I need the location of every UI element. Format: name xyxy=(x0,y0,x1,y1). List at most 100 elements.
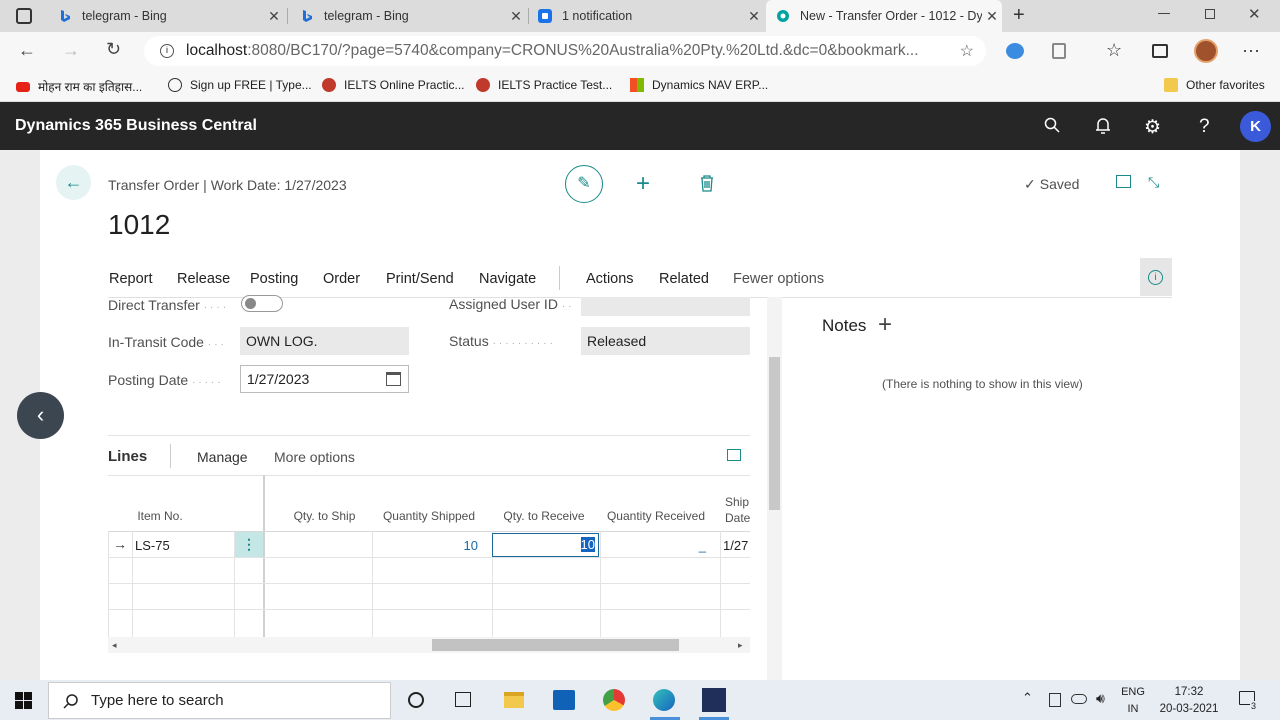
tab-active[interactable]: New - Transfer Order - 1012 - Dy ✕ xyxy=(766,0,1002,32)
tab-1[interactable]: telegram - Bing ✕ xyxy=(48,0,284,32)
action-actions[interactable]: Actions xyxy=(586,271,634,287)
direct-transfer-toggle[interactable] xyxy=(241,295,283,312)
gear-icon[interactable]: ⚙ xyxy=(1144,116,1161,139)
office-icon[interactable] xyxy=(1052,43,1066,59)
col-quantity-received[interactable]: Quantity Received xyxy=(600,509,712,523)
expand-lines-icon[interactable] xyxy=(727,449,741,461)
favorite-ielts-online[interactable]: IELTS Online Practic... xyxy=(322,78,465,92)
edge-icon[interactable] xyxy=(653,689,675,711)
tab-actions-icon[interactable] xyxy=(16,8,32,24)
bell-icon[interactable] xyxy=(1095,117,1111,140)
back-button[interactable]: ← xyxy=(56,165,91,200)
more-icon[interactable]: ··· xyxy=(1242,40,1260,61)
tab-2[interactable]: telegram - Bing ✕ xyxy=(290,0,526,32)
notification-count: 3 xyxy=(1250,701,1258,711)
lines-more-options[interactable]: More options xyxy=(274,449,355,465)
minimize-icon[interactable] xyxy=(1158,13,1170,14)
cortana-icon[interactable] xyxy=(408,692,424,708)
language-indicator[interactable]: ENG IN xyxy=(1120,684,1146,718)
volume-icon[interactable]: 🔊︎ xyxy=(1096,690,1105,707)
favorite-youtube[interactable]: मोहन राम का इतिहास... xyxy=(16,78,142,95)
new-button[interactable]: + xyxy=(636,170,650,198)
add-favorite-icon[interactable]: ☆ xyxy=(960,41,974,61)
row-actions-icon[interactable]: ⋮ xyxy=(235,532,263,557)
cell-qty-to-receive-input[interactable]: 10 xyxy=(492,533,599,557)
col-shipment-date-1[interactable]: Ship xyxy=(725,495,751,509)
cell-quantity-shipped[interactable]: 10 xyxy=(374,538,478,553)
app-bar: Dynamics 365 Business Central xyxy=(0,102,1280,150)
file-explorer-icon[interactable] xyxy=(504,692,524,708)
action-related[interactable]: Related xyxy=(659,271,709,287)
factbox-toggle[interactable]: i xyxy=(1140,258,1172,296)
profile-avatar[interactable] xyxy=(1194,39,1218,63)
close-tab-icon[interactable]: ✕ xyxy=(744,8,764,25)
edit-button[interactable]: ✎ xyxy=(565,165,603,203)
scroll-left-icon[interactable]: ◂ xyxy=(112,640,117,651)
col-quantity-shipped[interactable]: Quantity Shipped xyxy=(374,509,484,523)
close-tab-icon[interactable]: ✕ xyxy=(982,8,1002,25)
posting-date-label: Posting Date ····· xyxy=(108,372,224,388)
action-fewer-options[interactable]: Fewer options xyxy=(733,271,824,287)
extension-icon[interactable] xyxy=(1006,43,1024,59)
taskbar-search-box[interactable]: Type here to search xyxy=(48,682,391,719)
lines-manage[interactable]: Manage xyxy=(197,449,248,465)
meet-icon[interactable] xyxy=(1049,693,1061,707)
action-order[interactable]: Order xyxy=(323,271,360,287)
cell-shipment-date[interactable]: 1/27 xyxy=(723,538,748,553)
close-window-icon[interactable]: ✕ xyxy=(1248,5,1261,23)
back-icon[interactable]: ← xyxy=(18,40,36,61)
posting-date-field[interactable]: 1/27/2023 xyxy=(240,365,409,393)
scroll-right-icon[interactable]: ▸ xyxy=(738,640,743,651)
favorites-icon[interactable]: ☆ xyxy=(1106,40,1122,61)
open-new-window-icon[interactable] xyxy=(1116,175,1131,188)
action-print-send[interactable]: Print/Send xyxy=(386,271,454,287)
restore-icon[interactable] xyxy=(1205,9,1215,19)
cell-quantity-received[interactable]: _ xyxy=(600,538,706,553)
add-note-button[interactable]: + xyxy=(878,311,892,339)
dynamics-icon[interactable] xyxy=(702,688,726,712)
url-field[interactable]: i localhost:8080/BC170/?page=5740&compan… xyxy=(144,36,986,66)
delete-button[interactable] xyxy=(699,174,715,197)
grid-hscroll-thumb[interactable] xyxy=(432,639,679,651)
tab-3[interactable]: 1 notification ✕ xyxy=(528,0,764,32)
col-qty-to-ship[interactable]: Qty. to Ship xyxy=(272,509,377,523)
chrome-icon[interactable] xyxy=(603,689,625,711)
action-report[interactable]: Report xyxy=(109,271,153,287)
refresh-icon[interactable]: ↻ xyxy=(106,39,121,60)
other-favorites[interactable]: Other favorites xyxy=(1164,78,1265,92)
action-release[interactable]: Release xyxy=(177,271,230,287)
user-avatar[interactable]: K xyxy=(1240,111,1271,142)
favorite-ielts-test[interactable]: IELTS Practice Test... xyxy=(476,78,612,92)
calendar-icon[interactable] xyxy=(386,372,401,386)
close-tab-icon[interactable]: ✕ xyxy=(264,8,284,25)
col-qty-to-receive[interactable]: Qty. to Receive xyxy=(492,509,596,523)
favorite-dynamics-nav[interactable]: Dynamics NAV ERP... xyxy=(630,78,768,92)
close-tab-icon[interactable]: ✕ xyxy=(506,8,526,25)
clock[interactable]: 17:32 20-03-2021 xyxy=(1156,684,1222,718)
forward-icon[interactable]: → xyxy=(62,40,80,61)
action-posting[interactable]: Posting xyxy=(250,271,298,287)
collections-icon[interactable] xyxy=(1152,44,1168,58)
selected-text: 10 xyxy=(580,537,595,552)
tab-title: telegram - Bing xyxy=(324,9,409,23)
assigned-user-field[interactable] xyxy=(581,297,750,316)
collapse-panel-button[interactable]: ‹ xyxy=(17,392,64,439)
new-tab-icon[interactable]: + xyxy=(1013,4,1025,27)
collapse-icon[interactable]: ⤡ xyxy=(1148,174,1159,191)
col-shipment-date-2[interactable]: Date xyxy=(725,511,751,525)
help-icon[interactable]: ? xyxy=(1199,116,1210,138)
search-icon[interactable] xyxy=(1044,117,1060,138)
tray-chevron-icon[interactable]: ⌃ xyxy=(1022,690,1033,706)
outlook-icon[interactable] xyxy=(553,690,575,710)
row-selected-arrow-icon[interactable]: → xyxy=(113,536,127,552)
favorite-typeform[interactable]: Sign up FREE | Type... xyxy=(168,78,312,92)
action-navigate[interactable]: Navigate xyxy=(479,271,536,287)
onedrive-icon[interactable] xyxy=(1071,694,1087,704)
content-scrollbar-thumb[interactable] xyxy=(769,357,780,510)
task-view-icon[interactable] xyxy=(455,692,471,707)
windows-start-icon[interactable] xyxy=(15,692,32,714)
in-transit-code-field[interactable]: OWN LOG. xyxy=(240,327,409,355)
lines-title[interactable]: Lines xyxy=(108,448,147,465)
col-item-no[interactable]: Item No. xyxy=(130,509,190,523)
cell-item-no[interactable]: LS-75 xyxy=(135,538,170,553)
